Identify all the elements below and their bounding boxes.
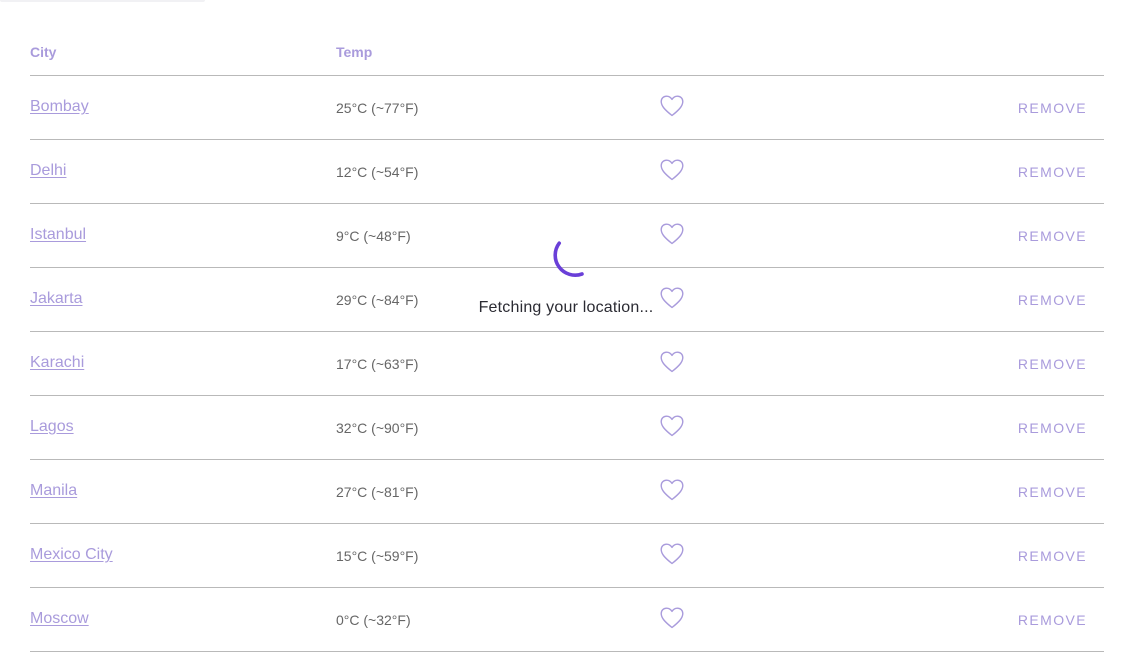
column-header-city: City — [30, 44, 57, 60]
city-link[interactable]: Lagos — [30, 418, 74, 436]
heart-outline-icon[interactable] — [660, 351, 684, 373]
table-row: Lagos 32°C (~90°F) REMOVE — [30, 396, 1104, 460]
city-link[interactable]: Istanbul — [30, 226, 86, 244]
heart-outline-icon[interactable] — [660, 95, 684, 117]
temperature-value: 17°C (~63°F) — [336, 356, 419, 372]
top-tab-strip — [0, 0, 205, 2]
remove-button[interactable]: REMOVE — [1018, 484, 1087, 500]
table-row: Bombay 25°C (~77°F) REMOVE — [30, 76, 1104, 140]
table-header: City Temp — [30, 32, 1104, 76]
table-row: Mexico City 15°C (~59°F) REMOVE — [30, 524, 1104, 588]
table-row: Karachi 17°C (~63°F) REMOVE — [30, 332, 1104, 396]
temperature-value: 32°C (~90°F) — [336, 420, 419, 436]
remove-button[interactable]: REMOVE — [1018, 228, 1087, 244]
heart-outline-icon[interactable] — [660, 479, 684, 501]
temperature-value: 15°C (~59°F) — [336, 548, 419, 564]
temperature-value: 29°C (~84°F) — [336, 292, 419, 308]
table-row: Manila 27°C (~81°F) REMOVE — [30, 460, 1104, 524]
spinner-icon — [553, 241, 584, 277]
temperature-value: 9°C (~48°F) — [336, 228, 411, 244]
city-link[interactable]: Jakarta — [30, 290, 82, 308]
heart-outline-icon[interactable] — [660, 607, 684, 629]
city-link[interactable]: Mexico City — [30, 546, 113, 564]
remove-button[interactable]: REMOVE — [1018, 548, 1087, 564]
weather-list-page: City Temp Bombay 25°C (~77°F) REMOVE Del… — [0, 0, 1136, 657]
location-loader: Fetching your location... — [466, 238, 666, 317]
heart-outline-icon[interactable] — [660, 543, 684, 565]
temperature-value: 0°C (~32°F) — [336, 612, 411, 628]
heart-outline-icon[interactable] — [660, 159, 684, 181]
loader-message: Fetching your location... — [478, 299, 654, 316]
remove-button[interactable]: REMOVE — [1018, 164, 1087, 180]
temperature-value: 27°C (~81°F) — [336, 484, 419, 500]
temperature-value: 12°C (~54°F) — [336, 164, 419, 180]
table-row: Moscow 0°C (~32°F) REMOVE — [30, 588, 1104, 652]
city-link[interactable]: Moscow — [30, 610, 89, 628]
column-header-temp: Temp — [336, 44, 373, 60]
city-link[interactable]: Delhi — [30, 162, 66, 180]
remove-button[interactable]: REMOVE — [1018, 100, 1087, 116]
city-link[interactable]: Manila — [30, 482, 77, 500]
remove-button[interactable]: REMOVE — [1018, 420, 1087, 436]
remove-button[interactable]: REMOVE — [1018, 292, 1087, 308]
remove-button[interactable]: REMOVE — [1018, 356, 1087, 372]
cities-table: City Temp Bombay 25°C (~77°F) REMOVE Del… — [30, 32, 1104, 652]
heart-outline-icon[interactable] — [660, 415, 684, 437]
table-row: Delhi 12°C (~54°F) REMOVE — [30, 140, 1104, 204]
city-link[interactable]: Karachi — [30, 354, 84, 372]
remove-button[interactable]: REMOVE — [1018, 612, 1087, 628]
temperature-value: 25°C (~77°F) — [336, 100, 419, 116]
city-link[interactable]: Bombay — [30, 98, 89, 116]
